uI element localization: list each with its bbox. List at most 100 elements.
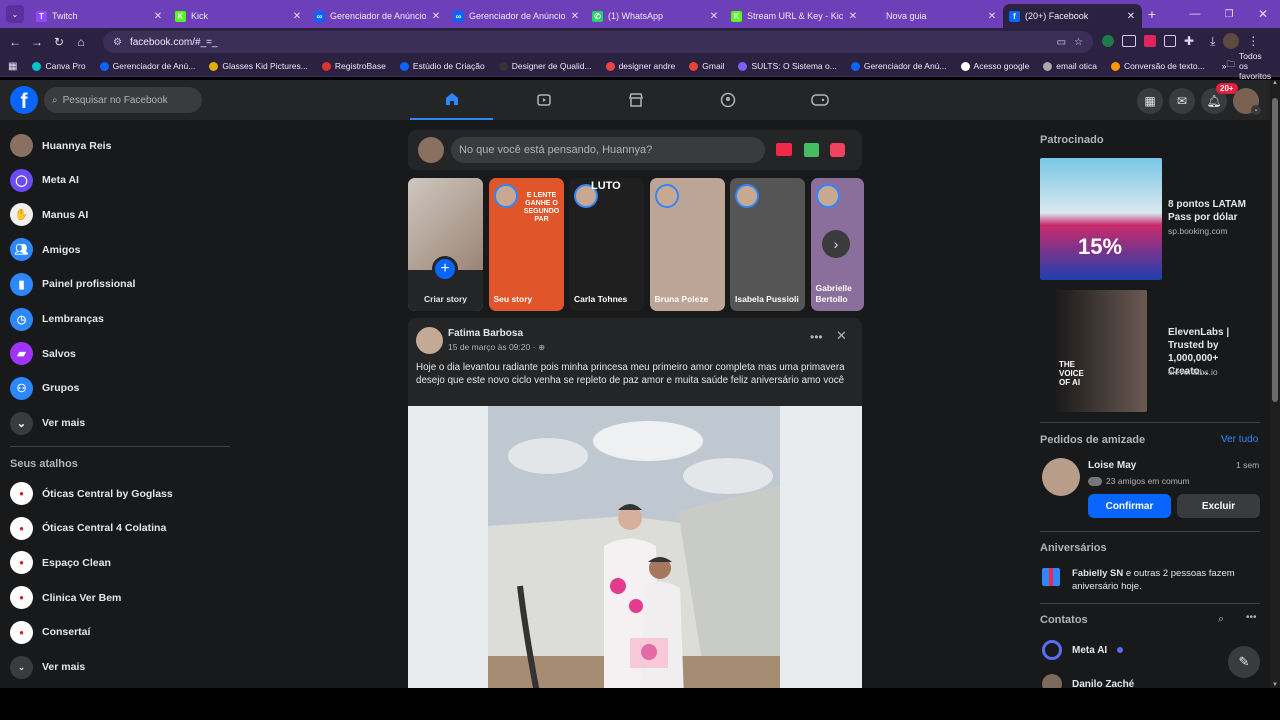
bookmark-item[interactable]: email otica bbox=[1036, 61, 1104, 71]
menu-grid-icon[interactable]: ▦ bbox=[1137, 88, 1163, 114]
bookmark-item[interactable]: Glasses Kid Pictures... bbox=[202, 61, 315, 71]
post-close-icon[interactable]: ✕ bbox=[836, 328, 847, 344]
ad-booking[interactable]: 15% 8 pontos LATAM Pass por dólar sp.boo… bbox=[1040, 158, 1260, 280]
nav-groups[interactable] bbox=[686, 80, 769, 120]
ad-elevenlabs[interactable]: THE VOICE OF AI ElevenLabs | Trusted by … bbox=[1040, 290, 1260, 412]
post-date[interactable]: 15 de março às 09:20 · bbox=[448, 342, 535, 352]
apps-grid-icon[interactable]: ▦ bbox=[8, 61, 17, 72]
tab-close-icon[interactable]: ✕ bbox=[153, 11, 163, 22]
bookmark-item[interactable]: Canva Pro bbox=[25, 61, 92, 71]
bookmark-item[interactable]: SULTS: O Sistema o... bbox=[731, 61, 843, 71]
browser-tab[interactable]: T Twitch ✕ bbox=[30, 4, 169, 28]
back-icon[interactable]: ← bbox=[4, 31, 26, 53]
tab-close-icon[interactable]: ✕ bbox=[292, 11, 302, 22]
bookmark-item[interactable]: Gerenciador de Anú... bbox=[93, 61, 203, 71]
new-tab-button[interactable]: + bbox=[1142, 6, 1162, 22]
minimize-icon[interactable]: — bbox=[1178, 8, 1212, 20]
tab-close-icon[interactable]: ✕ bbox=[570, 11, 580, 22]
extension-icon[interactable] bbox=[1164, 35, 1176, 47]
sidebar-item[interactable]: ▮ Painel profissional bbox=[10, 272, 135, 296]
restore-icon[interactable]: ❐ bbox=[1212, 9, 1246, 20]
shortcut-item[interactable]: ● Óticas Central 4 Colatina bbox=[10, 516, 166, 540]
profile-avatar[interactable] bbox=[1223, 33, 1240, 49]
contact-item[interactable]: Meta AI bbox=[1042, 640, 1124, 660]
site-info-icon[interactable]: ⚙ bbox=[113, 37, 122, 48]
bookmark-item[interactable]: Gerenciador de Anú... bbox=[844, 61, 954, 71]
shortcut-item[interactable]: ● Óticas Central by Goglass bbox=[10, 482, 173, 505]
bookmark-item[interactable]: Designer de Qualid... bbox=[492, 61, 599, 71]
request-name[interactable]: Loise May bbox=[1088, 460, 1136, 471]
live-video-icon[interactable] bbox=[776, 143, 792, 156]
browser-tab[interactable]: ∞ Gerenciador de Anúncios ✕ bbox=[308, 4, 447, 28]
tab-close-icon[interactable]: ✕ bbox=[709, 11, 719, 22]
new-message-button[interactable]: ✎ bbox=[1228, 646, 1260, 678]
confirm-button[interactable]: Confirmar bbox=[1088, 494, 1171, 518]
post-options-icon[interactable]: ••• bbox=[810, 330, 823, 344]
browser-tab[interactable]: K Stream URL & Key - Kick ✕ bbox=[725, 4, 864, 28]
delete-button[interactable]: Excluir bbox=[1177, 494, 1260, 518]
story-card[interactable]: E LENTE GANHE O SEGUNDO PAR Seu story bbox=[488, 178, 564, 311]
nav-gaming[interactable] bbox=[778, 80, 861, 120]
photo-video-icon[interactable] bbox=[804, 143, 819, 157]
browser-tab[interactable]: ✆ (1) WhatsApp ✕ bbox=[586, 4, 725, 28]
bookmark-item[interactable]: designer andre bbox=[599, 61, 683, 71]
bookmark-item[interactable]: Estúdio de Criação bbox=[393, 61, 492, 71]
sidebar-item[interactable]: ◷ Lembranças bbox=[10, 307, 104, 331]
home-icon[interactable]: ⌂ bbox=[70, 31, 92, 53]
sidebar-item[interactable]: ▰ Salvos bbox=[10, 342, 76, 366]
sidebar-item[interactable]: 👥︎ Amigos bbox=[10, 238, 81, 262]
scrollbar-down-icon[interactable]: ▼ bbox=[1270, 682, 1280, 688]
composer-input[interactable]: No que você está pensando, Huannya? bbox=[451, 137, 765, 163]
bookmark-star-icon[interactable]: ☆ bbox=[1074, 37, 1083, 48]
tab-search-button[interactable]: ⌄ bbox=[6, 5, 24, 23]
contacts-options-icon[interactable]: ••• bbox=[1246, 612, 1257, 623]
forward-icon[interactable]: → bbox=[26, 31, 48, 53]
nav-home[interactable] bbox=[410, 80, 493, 120]
tab-close-icon[interactable]: ✕ bbox=[987, 11, 997, 22]
stories-next-button[interactable]: › bbox=[822, 230, 850, 258]
post-author[interactable]: Fatima Barbosa bbox=[448, 328, 523, 339]
sidebar-item[interactable]: ◯ Meta AI bbox=[10, 168, 79, 192]
shortcut-item[interactable]: ⌄ Ver mais bbox=[10, 655, 85, 679]
story-card[interactable]: LUTO Carla Tohnes bbox=[569, 178, 644, 311]
shortcut-item[interactable]: ● Espaço Clean bbox=[10, 551, 111, 575]
nav-marketplace[interactable] bbox=[594, 80, 677, 120]
tab-close-icon[interactable]: ✕ bbox=[1126, 11, 1136, 22]
sidebar-item[interactable]: ⌄ Ver mais bbox=[10, 411, 85, 435]
story-card[interactable]: Isabela Pussioli bbox=[730, 178, 805, 311]
browser-tab[interactable]: K Kick ✕ bbox=[169, 4, 308, 28]
post-image[interactable] bbox=[408, 406, 862, 688]
tab-close-icon[interactable]: ✕ bbox=[431, 11, 441, 22]
all-favorites[interactable]: 🗀 Todos os favoritos bbox=[1226, 51, 1271, 81]
search-box[interactable]: ⌕ Pesquisar no Facebook bbox=[44, 87, 202, 113]
page-scrollbar[interactable]: ▲ ▼ bbox=[1270, 80, 1280, 688]
bookmark-item[interactable]: RegistroBase bbox=[315, 61, 393, 71]
sidebar-item[interactable]: ⚇ Grupos bbox=[10, 376, 79, 400]
birthday-text[interactable]: Fabielly SN e outras 2 pessoas fazem ani… bbox=[1072, 567, 1260, 593]
sidebar-item[interactable]: Huannya Reis bbox=[10, 134, 111, 157]
account-chevron-icon[interactable]: ⌄ bbox=[1251, 105, 1261, 115]
extensions-puzzle-icon[interactable]: ✚ bbox=[1184, 34, 1194, 48]
nav-video[interactable] bbox=[502, 80, 585, 120]
browser-tab[interactable]: Nova guia ✕ bbox=[864, 4, 1003, 28]
create-story-card[interactable]: + Criar story bbox=[408, 178, 483, 311]
contact-item[interactable]: Danilo Zaché bbox=[1042, 674, 1134, 688]
tab-close-icon[interactable]: ✕ bbox=[848, 11, 858, 22]
messenger-icon[interactable]: ✉ bbox=[1169, 88, 1195, 114]
sidebar-item[interactable]: ✋ Manus AI bbox=[10, 203, 88, 227]
post-author-avatar[interactable] bbox=[416, 327, 443, 354]
shortcut-item[interactable]: ● Consertaí bbox=[10, 620, 90, 644]
browser-tab[interactable]: ∞ Gerenciador de Anúncios ✕ bbox=[447, 4, 586, 28]
bookmark-item[interactable]: Conversão de texto... bbox=[1104, 61, 1212, 71]
scrollbar-up-icon[interactable]: ▲ bbox=[1270, 80, 1280, 86]
story-card[interactable]: Bruna Poleze bbox=[649, 178, 725, 311]
browser-menu-icon[interactable]: ⋮ bbox=[1247, 34, 1259, 48]
contacts-search-icon[interactable]: ⌕ bbox=[1218, 613, 1224, 626]
request-avatar[interactable] bbox=[1042, 458, 1080, 496]
shortcut-item[interactable]: ● Clinica Ver Bem bbox=[10, 586, 121, 610]
bookmark-item[interactable]: Gmail bbox=[682, 61, 731, 71]
reload-icon[interactable]: ↻ bbox=[48, 31, 70, 53]
cast-icon[interactable]: ▭ bbox=[1057, 37, 1066, 48]
extension-icon[interactable] bbox=[1144, 35, 1156, 47]
close-window-icon[interactable]: ✕ bbox=[1246, 7, 1280, 21]
